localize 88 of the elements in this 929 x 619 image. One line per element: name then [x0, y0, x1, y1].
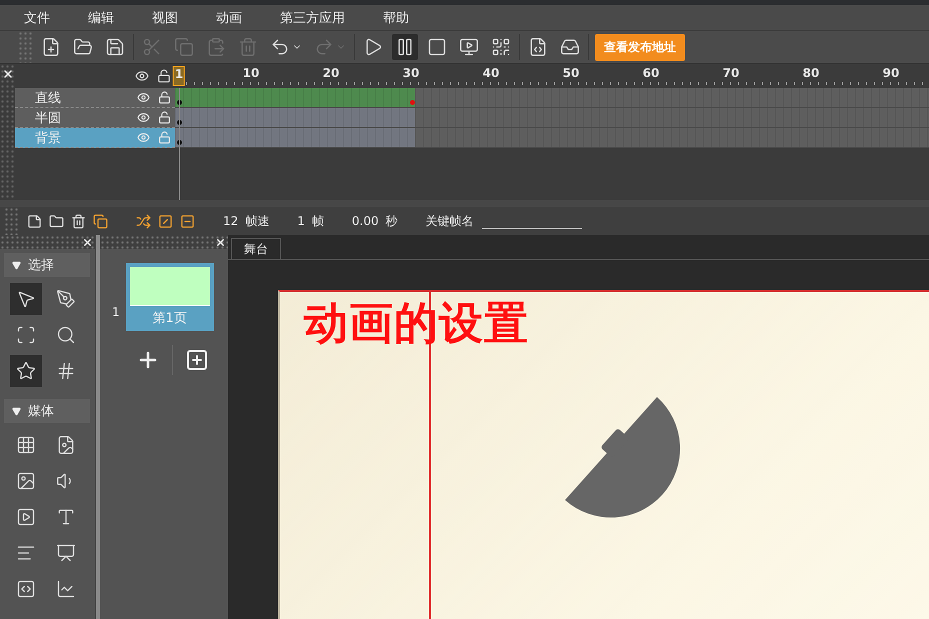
section-title: 媒体 [28, 403, 54, 420]
half-circle-drawing[interactable] [565, 397, 680, 518]
close-icon[interactable] [2, 68, 14, 80]
frame-number: 10 [242, 66, 260, 80]
frame-number: 60 [642, 66, 660, 80]
guides-icon [56, 361, 76, 381]
section-header[interactable]: 选择 [4, 253, 90, 277]
frame-label: 帧 [312, 212, 324, 230]
layer-name: 背景 [34, 130, 62, 146]
trash-icon[interactable] [71, 214, 86, 228]
menu-item[interactable]: 第三方应用 [280, 8, 345, 26]
keyframe-dot [410, 100, 415, 105]
fps-label: 帧速 [245, 212, 270, 230]
frame-number: 80 [802, 66, 820, 80]
eye-icon[interactable] [135, 69, 149, 83]
layer-name: 半圆 [34, 110, 62, 126]
new-layer-icon[interactable] [27, 214, 42, 228]
frame-value: 1 [297, 214, 305, 228]
hatched-square-icon[interactable] [158, 214, 173, 228]
folder-icon [73, 37, 93, 57]
menu-item[interactable]: 动画 [216, 8, 242, 26]
toolbar-button[interactable] [392, 34, 418, 60]
close-icon[interactable] [215, 236, 226, 248]
zoom-icon [56, 325, 76, 345]
pointer-icon [16, 289, 36, 309]
star-icon [16, 361, 36, 381]
layer-name: 直线 [34, 90, 62, 106]
frame-number: 90 [882, 66, 900, 80]
pen-icon [56, 289, 76, 309]
tool-button[interactable] [10, 283, 42, 315]
monitor-play-icon [459, 37, 479, 57]
grid-icon [16, 435, 36, 455]
frame-number: 20 [322, 66, 340, 80]
js-file-icon [528, 37, 548, 57]
section-title: 选择 [28, 257, 54, 274]
video-icon [16, 507, 36, 527]
menu-item[interactable]: 文件 [24, 8, 50, 26]
time-value: 0.00 [352, 214, 379, 228]
page-label: 第1页 [152, 310, 187, 327]
undo-icon [270, 37, 290, 57]
unlock-icon[interactable] [158, 111, 171, 124]
section-header[interactable]: 媒体 [4, 399, 90, 423]
new-file-icon [41, 37, 61, 57]
folder-icon[interactable] [49, 214, 64, 228]
transform-icon [16, 325, 36, 345]
tool-button[interactable] [10, 355, 42, 387]
add-page-icon [185, 348, 209, 372]
qr-code-icon [491, 37, 511, 57]
layer-row[interactable]: 直线 [15, 88, 175, 108]
trash-icon [238, 37, 258, 57]
line-chart-icon [56, 579, 76, 599]
menu-item[interactable]: 帮助 [383, 8, 409, 26]
image-icon [16, 471, 36, 491]
frame-number: 50 [562, 66, 580, 80]
unlock-icon[interactable] [158, 91, 171, 104]
frame-number: 30 [402, 66, 420, 80]
tray-icon [560, 37, 580, 57]
keyframe-name-label: 关键帧名 [426, 212, 474, 230]
fps-value: 12 [223, 214, 238, 228]
menu-item[interactable]: 编辑 [88, 8, 114, 26]
page-number: 1 [112, 305, 120, 319]
stage-tab[interactable]: 舞台 [231, 238, 281, 259]
save-icon [105, 37, 125, 57]
close-icon[interactable] [82, 236, 93, 248]
frame-number: 70 [722, 66, 740, 80]
menu-item[interactable]: 视图 [152, 8, 178, 26]
triangle-icon [12, 260, 21, 270]
code-icon [16, 579, 36, 599]
paste-icon [206, 37, 226, 57]
square-minus-icon[interactable] [180, 214, 195, 228]
shuffle-icon[interactable] [136, 214, 151, 228]
copy-icon[interactable] [93, 214, 108, 228]
frame-number: 40 [482, 66, 500, 80]
time-label: 秒 [386, 212, 398, 230]
eye-icon[interactable] [137, 91, 150, 104]
text-icon [56, 507, 76, 527]
unlock-icon[interactable] [157, 69, 171, 83]
triangle-icon [12, 406, 21, 416]
insert-page-button[interactable] [185, 348, 209, 372]
psd-file-icon [56, 435, 76, 455]
eye-icon[interactable] [137, 111, 150, 124]
stop-icon [427, 37, 447, 57]
scissors-icon [142, 37, 162, 57]
redo-icon [314, 37, 334, 57]
easel-icon [56, 543, 76, 563]
copy-icon [174, 37, 194, 57]
layer-row[interactable]: 半圆 [15, 108, 175, 128]
playhead[interactable]: 1 [172, 66, 186, 86]
